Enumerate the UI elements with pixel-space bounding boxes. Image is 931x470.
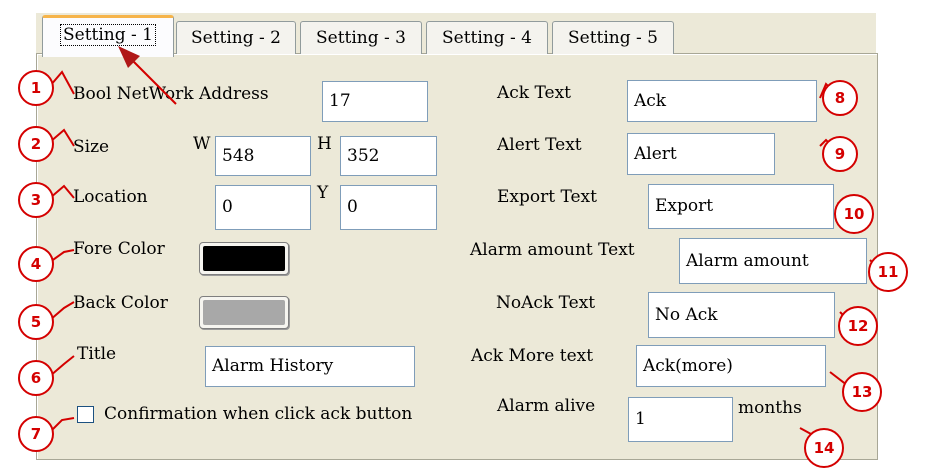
alarm-alive-label: Alarm alive <box>497 396 596 416</box>
alarm-amount-text-input[interactable]: Alarm amount <box>679 238 867 284</box>
export-text-input[interactable]: Export <box>648 184 834 229</box>
tab-setting-2[interactable]: Setting - 2 <box>176 21 296 54</box>
confirmation-checkbox[interactable] <box>77 406 94 423</box>
size-label: Size <box>73 137 110 157</box>
ack-text-label: Ack Text <box>497 83 572 103</box>
tab-label: Setting - 1 <box>59 24 156 46</box>
fore-color-label: Fore Color <box>73 239 165 259</box>
confirmation-label: Confirmation when click ack button <box>104 404 413 424</box>
size-height-input[interactable]: 352 <box>340 136 437 176</box>
annotation-badge: 12 <box>838 306 878 346</box>
back-color-swatch <box>203 300 285 325</box>
annotation-badge: 3 <box>18 182 54 218</box>
ack-more-text-label: Ack More text <box>471 346 594 366</box>
annotation-badge: 10 <box>834 194 874 234</box>
bool-network-address-input[interactable]: 17 <box>322 81 428 122</box>
noack-text-label: NoAck Text <box>496 293 596 313</box>
annotation-badge: 14 <box>804 428 844 468</box>
back-color-label: Back Color <box>73 293 168 313</box>
annotation-badge: 6 <box>18 360 54 396</box>
annotation-badge: 13 <box>842 372 882 412</box>
location-y-input[interactable]: 0 <box>340 185 437 230</box>
ack-more-text-input[interactable]: Ack(more) <box>636 345 826 387</box>
bool-network-address-label: Bool NetWork Address <box>73 84 269 104</box>
location-x-input[interactable]: 0 <box>215 185 311 230</box>
alarm-amount-text-label: Alarm amount Text <box>470 240 635 260</box>
tab-setting-4[interactable]: Setting - 4 <box>426 21 548 54</box>
tab-setting-5[interactable]: Setting - 5 <box>552 21 674 54</box>
tab-label: Setting - 5 <box>567 28 658 48</box>
noack-text-input[interactable]: No Ack <box>648 292 835 338</box>
tab-label: Setting - 3 <box>315 28 406 48</box>
fore-color-swatch <box>203 246 285 271</box>
alarm-alive-unit: months <box>738 398 802 418</box>
size-width-input[interactable]: 548 <box>215 136 311 176</box>
location-y-label: Y <box>317 183 329 203</box>
annotation-badge: 8 <box>822 80 858 116</box>
back-color-button[interactable] <box>199 296 289 329</box>
annotation-badge: 5 <box>18 304 54 340</box>
fore-color-button[interactable] <box>199 242 289 275</box>
tab-setting-1[interactable]: Setting - 1 <box>42 15 174 57</box>
size-h-label: H <box>317 134 332 154</box>
alert-text-input[interactable]: Alert <box>627 133 775 175</box>
annotation-badge: 4 <box>18 246 54 282</box>
annotation-badge: 11 <box>868 252 908 292</box>
export-text-label: Export Text <box>497 187 597 207</box>
alert-text-label: Alert Text <box>497 135 582 155</box>
size-w-label: W <box>193 134 211 154</box>
tab-label: Setting - 2 <box>190 28 281 48</box>
annotation-badge: 9 <box>822 136 858 172</box>
alarm-alive-input[interactable]: 1 <box>628 397 733 442</box>
ack-text-input[interactable]: Ack <box>627 80 817 122</box>
title-input[interactable]: Alarm History <box>205 346 415 387</box>
annotation-badge: 1 <box>18 70 54 106</box>
location-label: Location <box>73 187 148 207</box>
annotation-badge: 2 <box>18 126 54 162</box>
tab-label: Setting - 4 <box>441 28 532 48</box>
tab-setting-3[interactable]: Setting - 3 <box>300 21 422 54</box>
annotation-badge: 7 <box>18 416 54 452</box>
title-label: Title <box>77 344 117 364</box>
